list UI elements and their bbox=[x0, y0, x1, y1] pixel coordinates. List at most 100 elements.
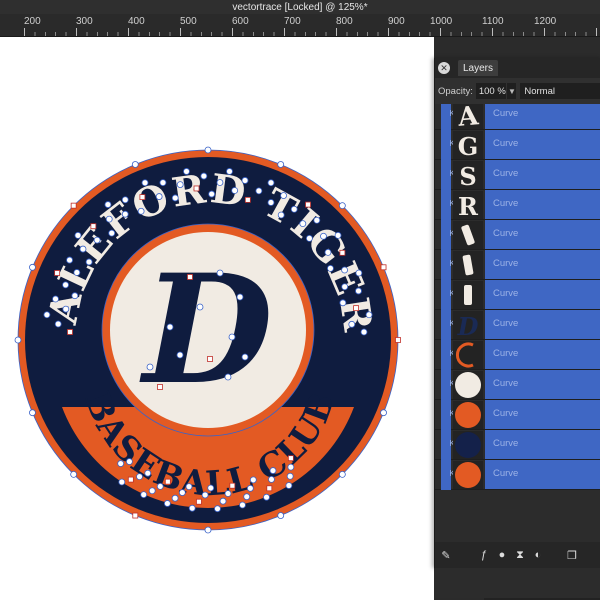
anchor-node[interactable] bbox=[341, 283, 349, 291]
anchor-node[interactable] bbox=[214, 505, 221, 513]
layer-row[interactable]: K D Curve bbox=[435, 310, 600, 341]
anchor-node-selected[interactable] bbox=[207, 356, 213, 362]
anchor-node[interactable] bbox=[348, 320, 356, 328]
anchor-node[interactable] bbox=[327, 264, 334, 272]
anchor-node-selected[interactable] bbox=[196, 498, 202, 505]
anchor-node[interactable] bbox=[236, 293, 244, 301]
anchor-node[interactable] bbox=[137, 207, 145, 215]
anchor-node-selected[interactable] bbox=[287, 455, 294, 462]
horizontal-ruler[interactable]: 200 300 400 500 600 700 800 900 1000 110… bbox=[0, 14, 600, 37]
anchor-node[interactable] bbox=[277, 211, 285, 219]
opacity-field[interactable]: 100 % bbox=[475, 83, 507, 99]
anchor-node[interactable] bbox=[341, 266, 348, 274]
anchor-node[interactable] bbox=[267, 199, 275, 206]
anchor-node[interactable] bbox=[365, 311, 373, 319]
anchor-node[interactable] bbox=[241, 177, 249, 184]
anchor-node-selected[interactable] bbox=[193, 185, 200, 192]
anchor-node[interactable] bbox=[267, 179, 275, 187]
anchor-node-selected[interactable] bbox=[54, 270, 61, 276]
anchor-node-selected[interactable] bbox=[67, 329, 73, 335]
anchor-node[interactable] bbox=[285, 482, 293, 489]
edit-icon[interactable]: ✎ bbox=[439, 548, 453, 562]
anchor-node[interactable] bbox=[171, 194, 179, 202]
anchor-node[interactable] bbox=[339, 299, 347, 307]
anchor-node[interactable] bbox=[140, 491, 148, 499]
anchor-node[interactable] bbox=[117, 460, 125, 467]
anchor-node[interactable] bbox=[355, 269, 363, 277]
anchor-node-selected[interactable] bbox=[229, 482, 236, 489]
anchor-node[interactable] bbox=[62, 305, 70, 313]
anchor-node[interactable] bbox=[148, 487, 156, 495]
anchor-node[interactable] bbox=[52, 295, 59, 303]
anchor-node-selected[interactable] bbox=[244, 196, 251, 203]
anchor-node-selected[interactable] bbox=[132, 512, 139, 519]
anchor-node[interactable] bbox=[226, 168, 233, 175]
anchor-node[interactable] bbox=[188, 504, 196, 512]
anchor-node[interactable] bbox=[200, 172, 208, 180]
anchor-node[interactable] bbox=[355, 287, 362, 295]
anchor-node[interactable] bbox=[246, 484, 254, 492]
anchor-node[interactable] bbox=[263, 493, 270, 501]
anchor-node[interactable] bbox=[196, 303, 204, 311]
anchor-node[interactable] bbox=[239, 501, 246, 509]
layer-row[interactable]: K G Curve bbox=[435, 130, 600, 161]
anchor-node[interactable] bbox=[121, 196, 129, 204]
layer-row[interactable]: K Curve bbox=[435, 220, 600, 250]
anchor-node[interactable] bbox=[105, 215, 113, 223]
anchor-node[interactable] bbox=[156, 483, 164, 490]
anchor-node[interactable] bbox=[224, 490, 232, 497]
anchor-node-selected[interactable] bbox=[139, 194, 146, 201]
fx-icon[interactable]: ƒ bbox=[477, 548, 491, 562]
chevron-down-icon[interactable]: ▼ bbox=[507, 83, 517, 99]
anchor-node[interactable] bbox=[74, 231, 82, 239]
anchor-node[interactable] bbox=[243, 493, 251, 501]
anchor-node[interactable] bbox=[208, 190, 216, 198]
anchor-node[interactable] bbox=[14, 336, 22, 344]
anchor-node[interactable] bbox=[43, 311, 51, 319]
anchor-node[interactable] bbox=[201, 491, 209, 499]
anchor-node[interactable] bbox=[216, 179, 224, 186]
anchor-node[interactable] bbox=[216, 269, 224, 277]
anchor-node-selected[interactable] bbox=[70, 202, 77, 209]
anchor-node[interactable] bbox=[290, 205, 298, 213]
contrast-icon[interactable]: ◐ bbox=[531, 548, 545, 562]
anchor-node[interactable] bbox=[224, 373, 232, 381]
anchor-node[interactable] bbox=[228, 333, 236, 341]
layer-row[interactable]: K A Curve bbox=[435, 104, 600, 133]
anchor-node[interactable] bbox=[79, 245, 87, 253]
anchor-node[interactable] bbox=[85, 258, 93, 266]
anchor-node[interactable] bbox=[176, 351, 184, 359]
anchor-node-selected[interactable] bbox=[187, 274, 193, 280]
anchor-node-selected[interactable] bbox=[164, 478, 171, 485]
anchor-node[interactable] bbox=[338, 202, 346, 210]
anchor-node[interactable] bbox=[255, 187, 263, 195]
anchor-node[interactable] bbox=[207, 484, 215, 492]
anchor-node[interactable] bbox=[176, 181, 184, 188]
layer-row[interactable]: K Curve bbox=[435, 280, 600, 310]
layer-row[interactable]: K Curve bbox=[435, 340, 600, 370]
monogram-letter[interactable]: D bbox=[139, 242, 273, 418]
anchor-node[interactable] bbox=[280, 192, 287, 199]
anchor-node[interactable] bbox=[29, 409, 36, 417]
anchor-node[interactable] bbox=[126, 458, 133, 465]
anchor-node[interactable] bbox=[320, 232, 327, 240]
layer-row[interactable]: K Curve bbox=[435, 250, 600, 280]
anchor-node[interactable] bbox=[121, 210, 129, 218]
blend-mode-select[interactable]: Normal bbox=[520, 83, 600, 99]
anchor-node[interactable] bbox=[269, 467, 277, 474]
close-icon[interactable]: ✕ bbox=[438, 62, 450, 74]
anchor-node-selected[interactable] bbox=[266, 485, 273, 492]
tab-layers[interactable]: Layers bbox=[458, 60, 499, 76]
anchor-node[interactable] bbox=[287, 463, 295, 471]
anchor-node[interactable] bbox=[185, 483, 193, 491]
layer-row[interactable]: K Curve bbox=[435, 400, 600, 430]
anchor-node[interactable] bbox=[93, 236, 101, 244]
anchor-node[interactable] bbox=[299, 220, 307, 228]
anchor-node[interactable] bbox=[219, 497, 227, 505]
anchor-node[interactable] bbox=[141, 179, 149, 187]
anchor-node[interactable] bbox=[204, 526, 212, 534]
anchor-node-selected[interactable] bbox=[90, 223, 97, 230]
anchor-node[interactable] bbox=[131, 161, 139, 168]
anchor-node[interactable] bbox=[241, 353, 249, 361]
anchor-node[interactable] bbox=[144, 469, 152, 477]
